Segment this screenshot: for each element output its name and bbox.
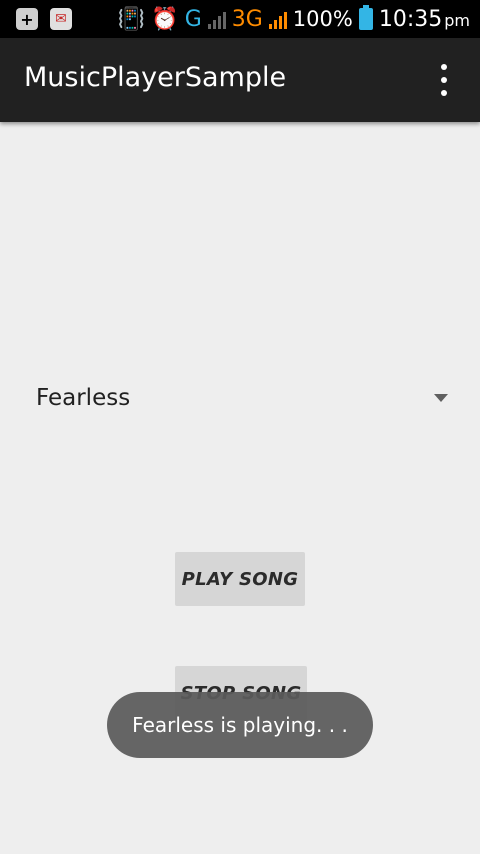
network-type-2: 3G [231,6,263,32]
app-title: MusicPlayerSample [24,62,287,93]
song-spinner[interactable]: Fearless [24,375,456,425]
action-bar: MusicPlayerSample [0,38,480,122]
vibrate-icon: 📳 [117,6,146,32]
system-status: 📳 ⏰ G 3G 100% 10:35 pm [112,4,470,34]
plus-notification-icon: + [16,8,38,30]
battery-percent: 100% [292,7,353,31]
alarm-icon: ⏰ [151,6,179,32]
menu-dot [441,64,447,70]
battery-icon [358,5,373,30]
notification-icons: + ✉ [16,8,72,30]
dropdown-arrow-icon [434,394,448,402]
clock-ampm: pm [444,10,470,30]
status-bar: + ✉ 📳 ⏰ G 3G 100% 10:35 pm [0,0,480,38]
menu-dot [441,77,447,83]
play-song-button[interactable]: PLAY SONG [175,552,305,606]
signal-3g-icon [268,9,287,29]
network-type-1: G [184,6,202,32]
overflow-menu-icon[interactable] [432,64,456,96]
clock: 10:35 pm [379,7,470,32]
clock-time: 10:35 [378,6,443,32]
signal-icon [207,9,226,29]
app-notification-icon: ✉ [50,8,72,30]
toast-message: Fearless is playing. . . [107,692,373,758]
menu-dot [441,90,447,96]
spinner-selected-value: Fearless [36,385,131,411]
